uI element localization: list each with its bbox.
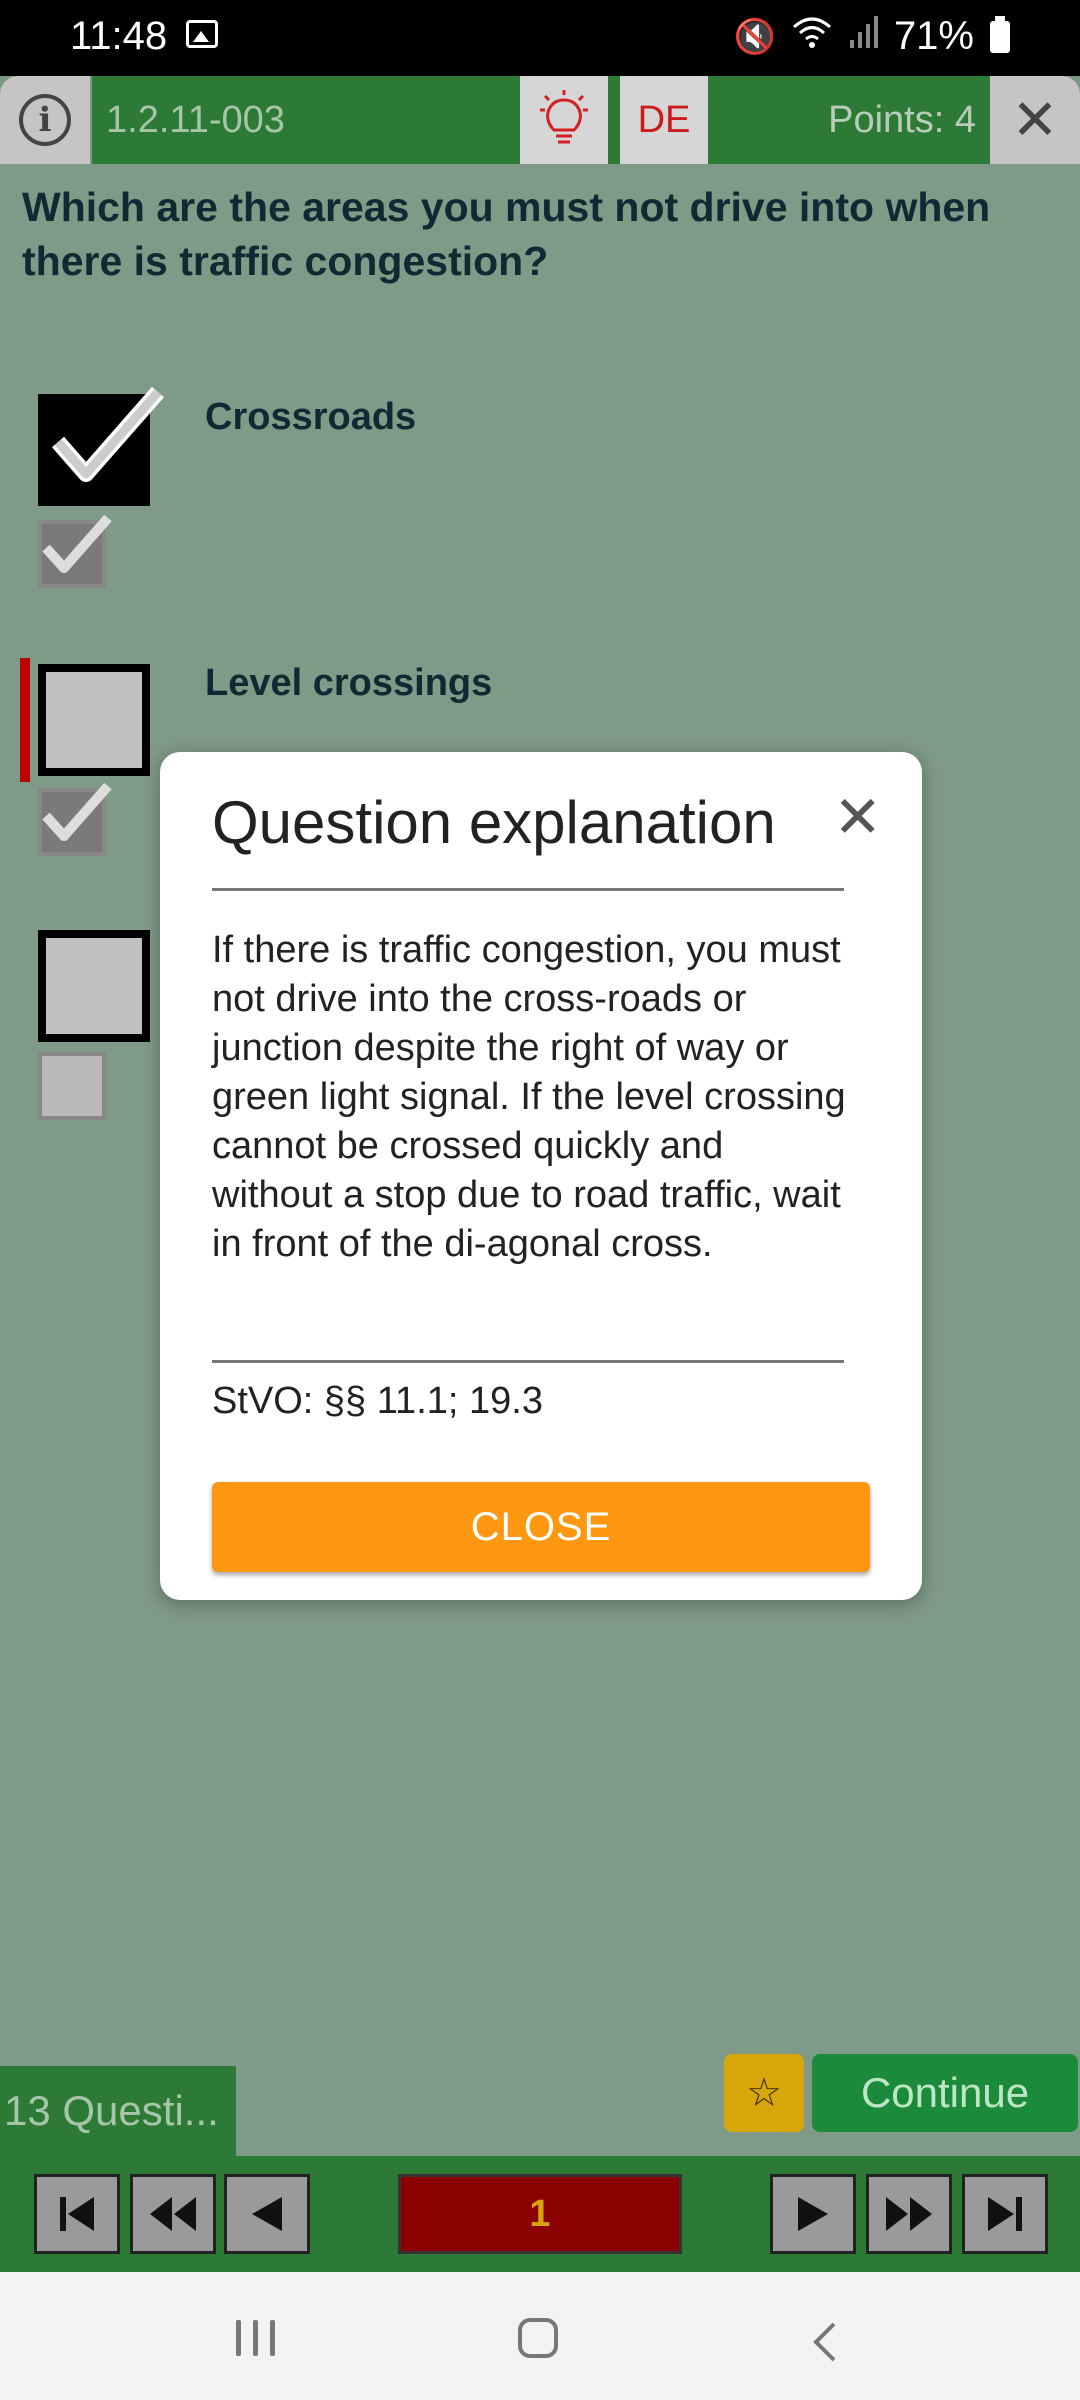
answer-checkbox[interactable] [38,664,150,776]
solution-checkbox [38,782,112,856]
status-time: 11:48 [70,14,168,58]
info-icon: i [19,94,71,146]
system-navigation-bar [0,2272,1080,2400]
rewind-icon [150,2197,196,2231]
checkmark-icon [42,782,112,841]
divider [212,1360,844,1363]
battery-percent: 71% [893,14,974,58]
checkmark-icon [51,386,165,482]
bookmark-button[interactable]: ☆ [724,2054,804,2132]
status-bar: 11:48 🔇 71% [0,0,1080,76]
previous-button[interactable] [224,2174,310,2254]
next-button[interactable] [770,2174,856,2254]
first-question-button[interactable] [34,2174,120,2254]
recents-button[interactable] [236,2320,275,2356]
question-header: i 1.2.11-003 DE Points: 4 ✕ [0,76,1080,164]
skip-first-icon [60,2197,94,2231]
answer-label: Level crossings [205,662,493,704]
answer-checkbox[interactable] [38,930,150,1042]
dialog-body: If there is traffic congestion, you must… [212,929,846,1265]
battery-icon [990,15,1010,53]
hint-button[interactable] [520,76,608,164]
lightbulb-icon [540,90,588,144]
info-button[interactable]: i [0,76,90,164]
question-navigation: 1 [0,2156,1080,2272]
wifi-icon [792,15,832,58]
status-indicators: 🔇 71% [734,14,1010,59]
solution-checkbox [38,1052,106,1120]
close-icon[interactable]: ✕ [833,788,882,848]
question-text: Which are the areas you must not drive i… [22,184,991,284]
checkmark-icon [42,514,112,573]
question-id: 1.2.11-003 [92,76,520,164]
legal-reference: StVO: §§ 11.1; 19.3 [212,1380,543,1422]
back-button[interactable] [810,2320,840,2369]
answer-label: Crossroads [205,396,417,438]
language-button[interactable]: DE [620,76,708,164]
continue-button[interactable]: Continue [812,2054,1078,2132]
next-icon [798,2197,828,2231]
dialog-title: Question explanation [212,789,776,856]
star-icon: ☆ [746,2071,782,2115]
back-icon [813,2322,836,2362]
skip-last-icon [988,2197,1022,2231]
previous-icon [252,2197,282,2231]
answer-checkbox[interactable] [38,386,165,506]
points-label: Points: 4 [708,76,990,164]
incorrect-marker [20,658,30,782]
close-button[interactable]: CLOSE [212,1482,870,1572]
close-icon[interactable]: ✕ [990,76,1080,164]
mute-icon: 🔇 [733,17,776,56]
explanation-dialog: Question explanation ✕ If there is traff… [160,752,922,1600]
solution-checkbox [38,514,112,588]
header-divider [608,76,620,164]
fast-back-button[interactable] [130,2174,216,2254]
current-question-number: 1 [398,2174,682,2254]
fast-forward-button[interactable] [866,2174,952,2254]
question-count-tab[interactable]: 13 Questi... [0,2066,236,2156]
divider [212,888,844,891]
fast-forward-icon [886,2197,932,2231]
signal-icon [848,16,878,57]
home-button[interactable] [518,2318,558,2358]
last-question-button[interactable] [962,2174,1048,2254]
image-notification-icon [186,20,218,48]
